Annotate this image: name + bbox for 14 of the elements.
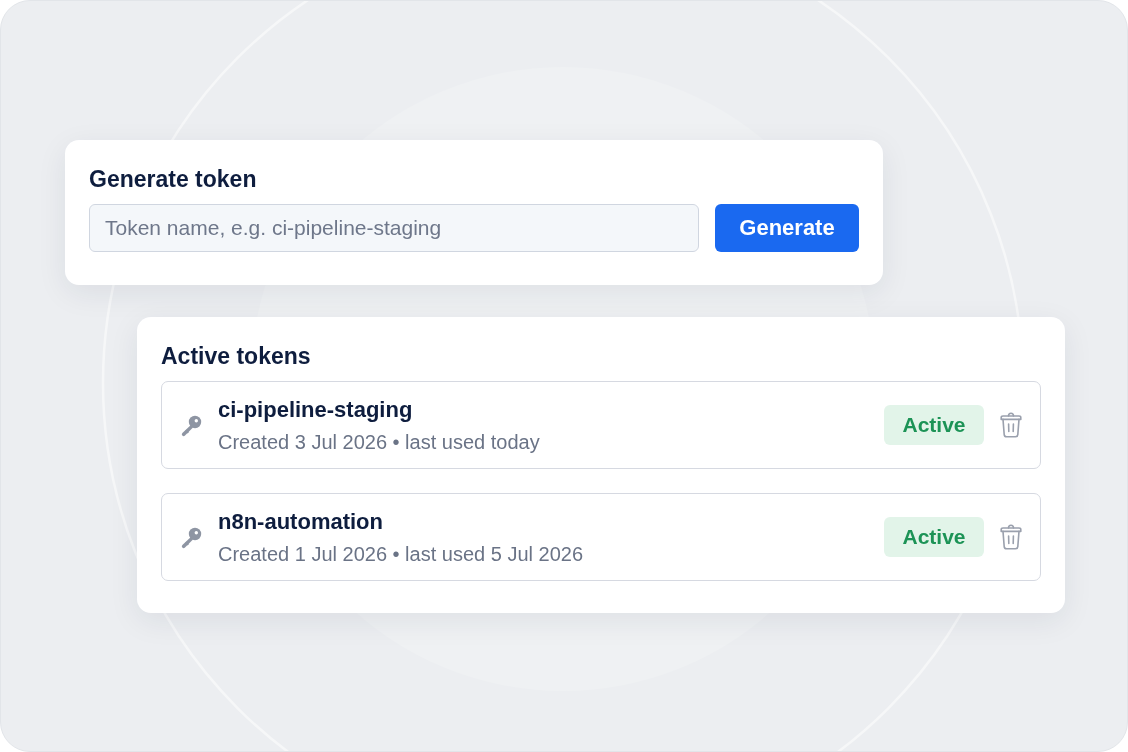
- generate-button[interactable]: Generate: [715, 204, 859, 252]
- key-icon: [180, 415, 202, 437]
- token-meta: Created 1 Jul 2026 • last used 5 Jul 2026: [218, 541, 584, 567]
- token-name: ci-pipeline-staging: [218, 395, 413, 423]
- key-icon: [180, 527, 202, 549]
- card-title: Active tokens: [161, 342, 311, 371]
- trash-icon[interactable]: [1000, 524, 1022, 550]
- trash-icon[interactable]: [1000, 412, 1022, 438]
- token-name: n8n-automation: [218, 507, 383, 535]
- status-badge: Active: [884, 405, 984, 445]
- card-title: Generate token: [89, 165, 257, 194]
- token-name-field[interactable]: Token name, e.g. ci-pipeline-staging: [89, 204, 699, 252]
- status-badge: Active: [884, 517, 984, 557]
- token-meta: Created 3 Jul 2026 • last used today: [218, 429, 540, 455]
